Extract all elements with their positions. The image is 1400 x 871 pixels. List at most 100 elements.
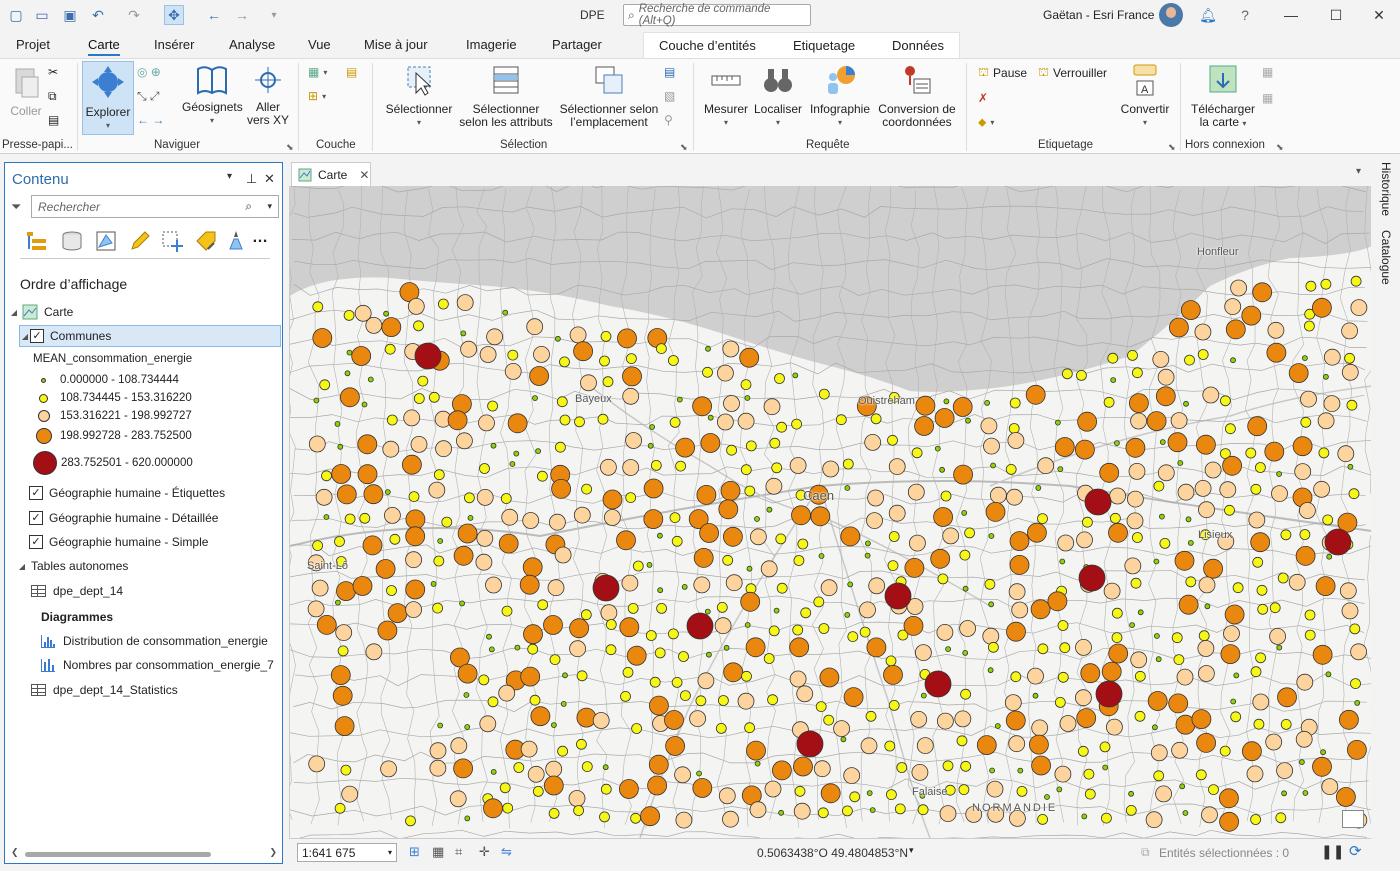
commune-symbol[interactable] bbox=[490, 769, 497, 775]
commune-symbol[interactable] bbox=[1152, 724, 1158, 731]
commune-symbol[interactable] bbox=[1346, 399, 1358, 411]
commune-symbol[interactable] bbox=[1344, 352, 1355, 364]
commune-symbol[interactable] bbox=[649, 676, 661, 688]
commune-symbol[interactable] bbox=[617, 328, 637, 349]
commune-symbol[interactable] bbox=[1323, 395, 1341, 413]
commune-symbol[interactable] bbox=[1203, 558, 1223, 579]
commune-symbol[interactable] bbox=[1230, 711, 1242, 723]
commune-symbol[interactable] bbox=[896, 762, 908, 773]
cut-icon[interactable]: ✂ bbox=[48, 65, 58, 79]
commune-symbol[interactable] bbox=[478, 674, 490, 686]
commune-symbol[interactable] bbox=[501, 605, 513, 617]
commune-symbol[interactable] bbox=[1111, 632, 1123, 644]
add-data-icon[interactable]: ▤ bbox=[346, 65, 357, 79]
commune-symbol[interactable] bbox=[1198, 576, 1216, 594]
minimize-icon[interactable]: — bbox=[1280, 5, 1302, 25]
commune-symbol[interactable] bbox=[600, 783, 612, 795]
commune-symbol[interactable] bbox=[600, 330, 612, 342]
commune-symbol[interactable] bbox=[307, 600, 325, 618]
commune-symbol[interactable] bbox=[717, 695, 729, 706]
measure-button[interactable]: Mesurer ▾ bbox=[702, 63, 750, 129]
tab-analyse[interactable]: Analyse bbox=[229, 37, 275, 52]
commune-symbol[interactable] bbox=[887, 560, 899, 572]
commune-symbol[interactable] bbox=[818, 553, 825, 559]
commune-symbol[interactable] bbox=[622, 387, 640, 405]
commune-symbol[interactable] bbox=[763, 398, 781, 416]
commune-symbol[interactable] bbox=[312, 301, 324, 313]
select-button[interactable]: Sélectionner ▾ bbox=[384, 63, 454, 129]
commune-symbol[interactable] bbox=[693, 576, 711, 594]
commune-symbol[interactable] bbox=[1241, 305, 1262, 326]
commune-symbol[interactable] bbox=[763, 653, 775, 664]
commune-symbol[interactable] bbox=[1032, 692, 1039, 699]
commune-symbol[interactable] bbox=[1153, 480, 1165, 492]
commune-symbol[interactable] bbox=[630, 812, 642, 824]
pane-options-icon[interactable]: ▾ bbox=[227, 171, 232, 182]
commune-symbol[interactable] bbox=[1155, 785, 1172, 803]
commune-symbol[interactable] bbox=[457, 663, 478, 684]
commune-symbol[interactable] bbox=[911, 447, 923, 459]
commune-symbol[interactable] bbox=[789, 670, 807, 688]
commune-symbol[interactable] bbox=[1017, 767, 1024, 774]
commune-symbol[interactable] bbox=[1276, 762, 1293, 779]
map-canvas[interactable]: Honfleur Bayeux Ouistreham Caen Lisieux … bbox=[289, 186, 1371, 838]
commune-symbol[interactable] bbox=[625, 432, 643, 449]
commune-symbol[interactable] bbox=[793, 555, 805, 566]
commune-symbol[interactable] bbox=[695, 695, 707, 707]
commune-symbol[interactable] bbox=[519, 574, 540, 595]
explore-button[interactable]: Explorer ▾ bbox=[82, 61, 134, 135]
visibility-checkbox[interactable]: ✓ bbox=[29, 535, 43, 549]
commune-symbol[interactable] bbox=[616, 530, 636, 551]
commune-symbol[interactable] bbox=[602, 489, 623, 510]
commune-symbol[interactable] bbox=[865, 710, 877, 722]
commune-symbol[interactable] bbox=[460, 340, 478, 358]
commune-symbol[interactable] bbox=[674, 766, 692, 784]
maximize-icon[interactable]: ☐ bbox=[1325, 5, 1347, 25]
commune-symbol[interactable] bbox=[942, 527, 960, 545]
commune-symbol[interactable] bbox=[1187, 539, 1194, 546]
commune-symbol[interactable] bbox=[1354, 700, 1361, 706]
commune-symbol[interactable] bbox=[934, 445, 941, 452]
new-project-icon[interactable]: ▢ bbox=[6, 5, 26, 25]
commune-symbol[interactable] bbox=[915, 395, 936, 416]
commune-symbol[interactable] bbox=[430, 580, 437, 587]
commune-symbol[interactable] bbox=[640, 806, 661, 827]
commune-symbol[interactable] bbox=[1264, 441, 1285, 462]
commune-symbol[interactable] bbox=[475, 553, 493, 571]
commune-symbol[interactable] bbox=[464, 815, 471, 822]
commune-symbol[interactable] bbox=[405, 551, 422, 569]
commune-symbol[interactable] bbox=[386, 585, 397, 596]
commune-symbol[interactable] bbox=[715, 723, 727, 734]
commune-symbol[interactable] bbox=[669, 416, 681, 428]
commune-symbol[interactable] bbox=[1083, 768, 1095, 780]
commune-symbol[interactable] bbox=[915, 644, 932, 662]
commune-symbol[interactable] bbox=[773, 607, 780, 614]
commune-symbol[interactable] bbox=[529, 366, 550, 386]
commune-symbol[interactable] bbox=[1059, 715, 1077, 732]
commune-symbol[interactable] bbox=[1350, 643, 1367, 661]
commune-symbol[interactable] bbox=[357, 464, 378, 485]
correction-icon[interactable]: ⇋ bbox=[501, 844, 512, 860]
commune-symbol[interactable] bbox=[600, 604, 618, 622]
commune-symbol[interactable] bbox=[1124, 557, 1142, 575]
commune-symbol[interactable] bbox=[1320, 278, 1332, 290]
commune-symbol[interactable] bbox=[1132, 532, 1143, 543]
commune-symbol[interactable] bbox=[702, 366, 713, 378]
commune-symbol[interactable] bbox=[340, 387, 360, 408]
basemap-icon[interactable]: ▦ ▾ bbox=[308, 65, 327, 79]
visibility-checkbox[interactable]: ✓ bbox=[29, 511, 43, 525]
commune-symbol-high[interactable] bbox=[796, 730, 824, 758]
commune-symbol[interactable] bbox=[520, 666, 541, 687]
commune-symbol[interactable] bbox=[403, 409, 421, 427]
commune-symbol[interactable] bbox=[1304, 320, 1315, 332]
commune-symbol[interactable] bbox=[554, 335, 561, 342]
commune-symbol[interactable] bbox=[990, 462, 996, 469]
commune-symbol[interactable] bbox=[749, 528, 767, 546]
commune-symbol[interactable] bbox=[860, 737, 878, 755]
commune-symbol[interactable] bbox=[548, 513, 566, 531]
commune-symbol[interactable] bbox=[1008, 735, 1026, 753]
commune-symbol[interactable] bbox=[1195, 769, 1207, 781]
commune-symbol[interactable] bbox=[513, 450, 520, 457]
commune-symbol[interactable] bbox=[696, 484, 717, 505]
commune-symbol[interactable] bbox=[501, 508, 519, 526]
